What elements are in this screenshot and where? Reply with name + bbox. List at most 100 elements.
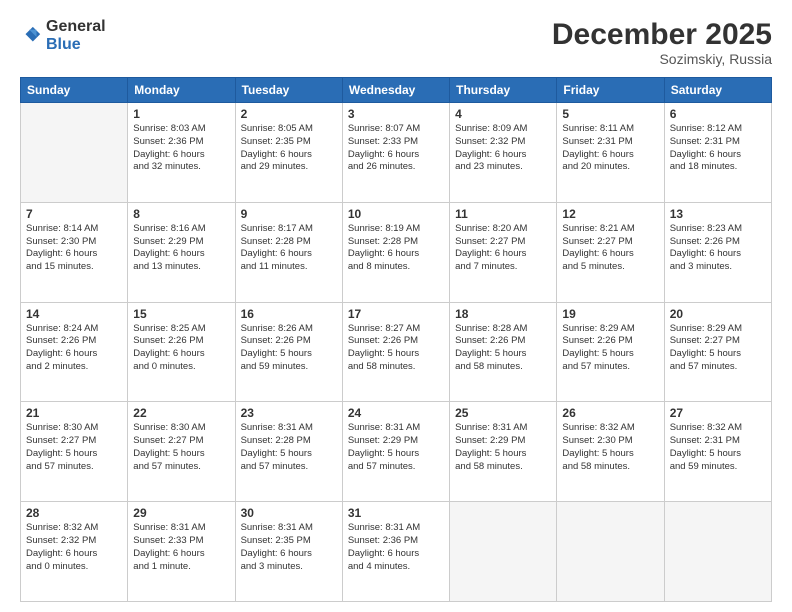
calendar-day-cell: 26 Sunrise: 8:32 AMSunset: 2:30 PMDayligh… — [557, 402, 664, 502]
day-info: Sunrise: 8:20 AMSunset: 2:27 PMDaylight:… — [455, 223, 551, 274]
logo: General Blue — [20, 18, 106, 54]
day-number: 4 — [455, 107, 551, 121]
calendar-day-header: Wednesday — [342, 78, 449, 103]
day-info: Sunrise: 8:31 AMSunset: 2:33 PMDaylight:… — [133, 522, 229, 573]
calendar-day-cell: 20Sunrise: 8:29 AMSunset: 2:27 PMDayligh… — [664, 302, 771, 402]
calendar-day-cell: 10Sunrise: 8:19 AMSunset: 2:28 PMDayligh… — [342, 202, 449, 302]
day-number: 1 — [133, 107, 229, 121]
calendar-day-cell: 15 Sunrise: 8:25 AMSunset: 2:26 PMDayligh… — [128, 302, 235, 402]
calendar-day-cell: 25 Sunrise: 8:31 AMSunset: 2:29 PMDayligh… — [450, 402, 557, 502]
day-info: Sunrise: 8:03 AMSunset: 2:36 PMDaylight:… — [133, 123, 229, 174]
calendar-day-cell — [21, 103, 128, 203]
calendar-week-row: 7Sunrise: 8:14 AMSunset: 2:30 PMDaylight… — [21, 202, 772, 302]
calendar-header-row: SundayMondayTuesdayWednesdayThursdayFrid… — [21, 78, 772, 103]
calendar-day-cell: 4 Sunrise: 8:09 AMSunset: 2:32 PMDaylight… — [450, 103, 557, 203]
calendar-day-cell: 28Sunrise: 8:32 AMSunset: 2:32 PMDayligh… — [21, 502, 128, 602]
logo-general: General — [46, 18, 106, 36]
calendar-week-row: 28Sunrise: 8:32 AMSunset: 2:32 PMDayligh… — [21, 502, 772, 602]
day-number: 30 — [241, 506, 337, 520]
calendar-day-cell: 18Sunrise: 8:28 AMSunset: 2:26 PMDayligh… — [450, 302, 557, 402]
day-info: Sunrise: 8:16 AMSunset: 2:29 PMDaylight:… — [133, 223, 229, 274]
calendar-day-cell: 12Sunrise: 8:21 AMSunset: 2:27 PMDayligh… — [557, 202, 664, 302]
day-number: 16 — [241, 307, 337, 321]
day-info: Sunrise: 8:23 AMSunset: 2:26 PMDaylight:… — [670, 223, 766, 274]
calendar-day-cell: 19 Sunrise: 8:29 AMSunset: 2:26 PMDayligh… — [557, 302, 664, 402]
calendar-day-header: Tuesday — [235, 78, 342, 103]
calendar-week-row: 1 Sunrise: 8:03 AMSunset: 2:36 PMDaylight… — [21, 103, 772, 203]
day-info: Sunrise: 8:32 AMSunset: 2:30 PMDaylight:… — [562, 422, 658, 473]
day-number: 25 — [455, 406, 551, 420]
day-info: Sunrise: 8:26 AMSunset: 2:26 PMDaylight:… — [241, 323, 337, 374]
day-number: 10 — [348, 207, 444, 221]
calendar-day-cell: 16 Sunrise: 8:26 AMSunset: 2:26 PMDayligh… — [235, 302, 342, 402]
day-info: Sunrise: 8:30 AMSunset: 2:27 PMDaylight:… — [26, 422, 122, 473]
day-info: Sunrise: 8:27 AMSunset: 2:26 PMDaylight:… — [348, 323, 444, 374]
day-info: Sunrise: 8:29 AMSunset: 2:27 PMDaylight:… — [670, 323, 766, 374]
calendar-day-cell: 24 Sunrise: 8:31 AMSunset: 2:29 PMDayligh… — [342, 402, 449, 502]
calendar-day-cell: 22Sunrise: 8:30 AMSunset: 2:27 PMDayligh… — [128, 402, 235, 502]
day-info: Sunrise: 8:31 AMSunset: 2:28 PMDaylight:… — [241, 422, 337, 473]
calendar-day-cell: 14 Sunrise: 8:24 AMSunset: 2:26 PMDayligh… — [21, 302, 128, 402]
calendar-day-cell — [557, 502, 664, 602]
day-info: Sunrise: 8:24 AMSunset: 2:26 PMDaylight:… — [26, 323, 122, 374]
day-number: 26 — [562, 406, 658, 420]
calendar-table: SundayMondayTuesdayWednesdayThursdayFrid… — [20, 77, 772, 602]
month-year: December 2025 — [552, 18, 772, 51]
calendar-day-header: Friday — [557, 78, 664, 103]
calendar-day-cell — [664, 502, 771, 602]
calendar-day-cell: 1 Sunrise: 8:03 AMSunset: 2:36 PMDaylight… — [128, 103, 235, 203]
day-info: Sunrise: 8:14 AMSunset: 2:30 PMDaylight:… — [26, 223, 122, 274]
day-info: Sunrise: 8:17 AMSunset: 2:28 PMDaylight:… — [241, 223, 337, 274]
calendar-day-cell: 31Sunrise: 8:31 AMSunset: 2:36 PMDayligh… — [342, 502, 449, 602]
day-info: Sunrise: 8:07 AMSunset: 2:33 PMDaylight:… — [348, 123, 444, 174]
header: General Blue December 2025 Sozimskiy, Ru… — [20, 18, 772, 67]
day-number: 27 — [670, 406, 766, 420]
calendar-day-header: Sunday — [21, 78, 128, 103]
calendar-day-cell: 11Sunrise: 8:20 AMSunset: 2:27 PMDayligh… — [450, 202, 557, 302]
calendar-day-cell: 13 Sunrise: 8:23 AMSunset: 2:26 PMDayligh… — [664, 202, 771, 302]
day-number: 22 — [133, 406, 229, 420]
logo-blue: Blue — [46, 36, 81, 53]
day-number: 5 — [562, 107, 658, 121]
calendar-day-header: Saturday — [664, 78, 771, 103]
day-number: 24 — [348, 406, 444, 420]
day-info: Sunrise: 8:11 AMSunset: 2:31 PMDaylight:… — [562, 123, 658, 174]
day-number: 19 — [562, 307, 658, 321]
calendar-day-cell: 30Sunrise: 8:31 AMSunset: 2:35 PMDayligh… — [235, 502, 342, 602]
day-number: 3 — [348, 107, 444, 121]
day-info: Sunrise: 8:31 AMSunset: 2:36 PMDaylight:… — [348, 522, 444, 573]
day-info: Sunrise: 8:09 AMSunset: 2:32 PMDaylight:… — [455, 123, 551, 174]
day-info: Sunrise: 8:32 AMSunset: 2:32 PMDaylight:… — [26, 522, 122, 573]
day-info: Sunrise: 8:25 AMSunset: 2:26 PMDaylight:… — [133, 323, 229, 374]
calendar-day-cell: 21Sunrise: 8:30 AMSunset: 2:27 PMDayligh… — [21, 402, 128, 502]
day-number: 29 — [133, 506, 229, 520]
day-number: 14 — [26, 307, 122, 321]
day-number: 2 — [241, 107, 337, 121]
day-number: 13 — [670, 207, 766, 221]
day-number: 15 — [133, 307, 229, 321]
page: General Blue December 2025 Sozimskiy, Ru… — [0, 0, 792, 612]
calendar-day-header: Thursday — [450, 78, 557, 103]
day-number: 17 — [348, 307, 444, 321]
day-info: Sunrise: 8:32 AMSunset: 2:31 PMDaylight:… — [670, 422, 766, 473]
logo-icon — [20, 25, 42, 47]
calendar-day-cell: 7Sunrise: 8:14 AMSunset: 2:30 PMDaylight… — [21, 202, 128, 302]
calendar-week-row: 21Sunrise: 8:30 AMSunset: 2:27 PMDayligh… — [21, 402, 772, 502]
day-info: Sunrise: 8:31 AMSunset: 2:29 PMDaylight:… — [455, 422, 551, 473]
calendar-day-cell: 29 Sunrise: 8:31 AMSunset: 2:33 PMDayligh… — [128, 502, 235, 602]
day-number: 6 — [670, 107, 766, 121]
calendar-day-cell: 3 Sunrise: 8:07 AMSunset: 2:33 PMDaylight… — [342, 103, 449, 203]
calendar-day-cell: 27 Sunrise: 8:32 AMSunset: 2:31 PMDayligh… — [664, 402, 771, 502]
day-info: Sunrise: 8:12 AMSunset: 2:31 PMDaylight:… — [670, 123, 766, 174]
day-number: 23 — [241, 406, 337, 420]
day-info: Sunrise: 8:28 AMSunset: 2:26 PMDaylight:… — [455, 323, 551, 374]
calendar-day-header: Monday — [128, 78, 235, 103]
calendar-week-row: 14 Sunrise: 8:24 AMSunset: 2:26 PMDayligh… — [21, 302, 772, 402]
day-number: 9 — [241, 207, 337, 221]
day-number: 8 — [133, 207, 229, 221]
calendar-day-cell: 2 Sunrise: 8:05 AMSunset: 2:35 PMDaylight… — [235, 103, 342, 203]
day-info: Sunrise: 8:31 AMSunset: 2:29 PMDaylight:… — [348, 422, 444, 473]
title-section: December 2025 Sozimskiy, Russia — [552, 18, 772, 67]
day-info: Sunrise: 8:29 AMSunset: 2:26 PMDaylight:… — [562, 323, 658, 374]
day-info: Sunrise: 8:05 AMSunset: 2:35 PMDaylight:… — [241, 123, 337, 174]
